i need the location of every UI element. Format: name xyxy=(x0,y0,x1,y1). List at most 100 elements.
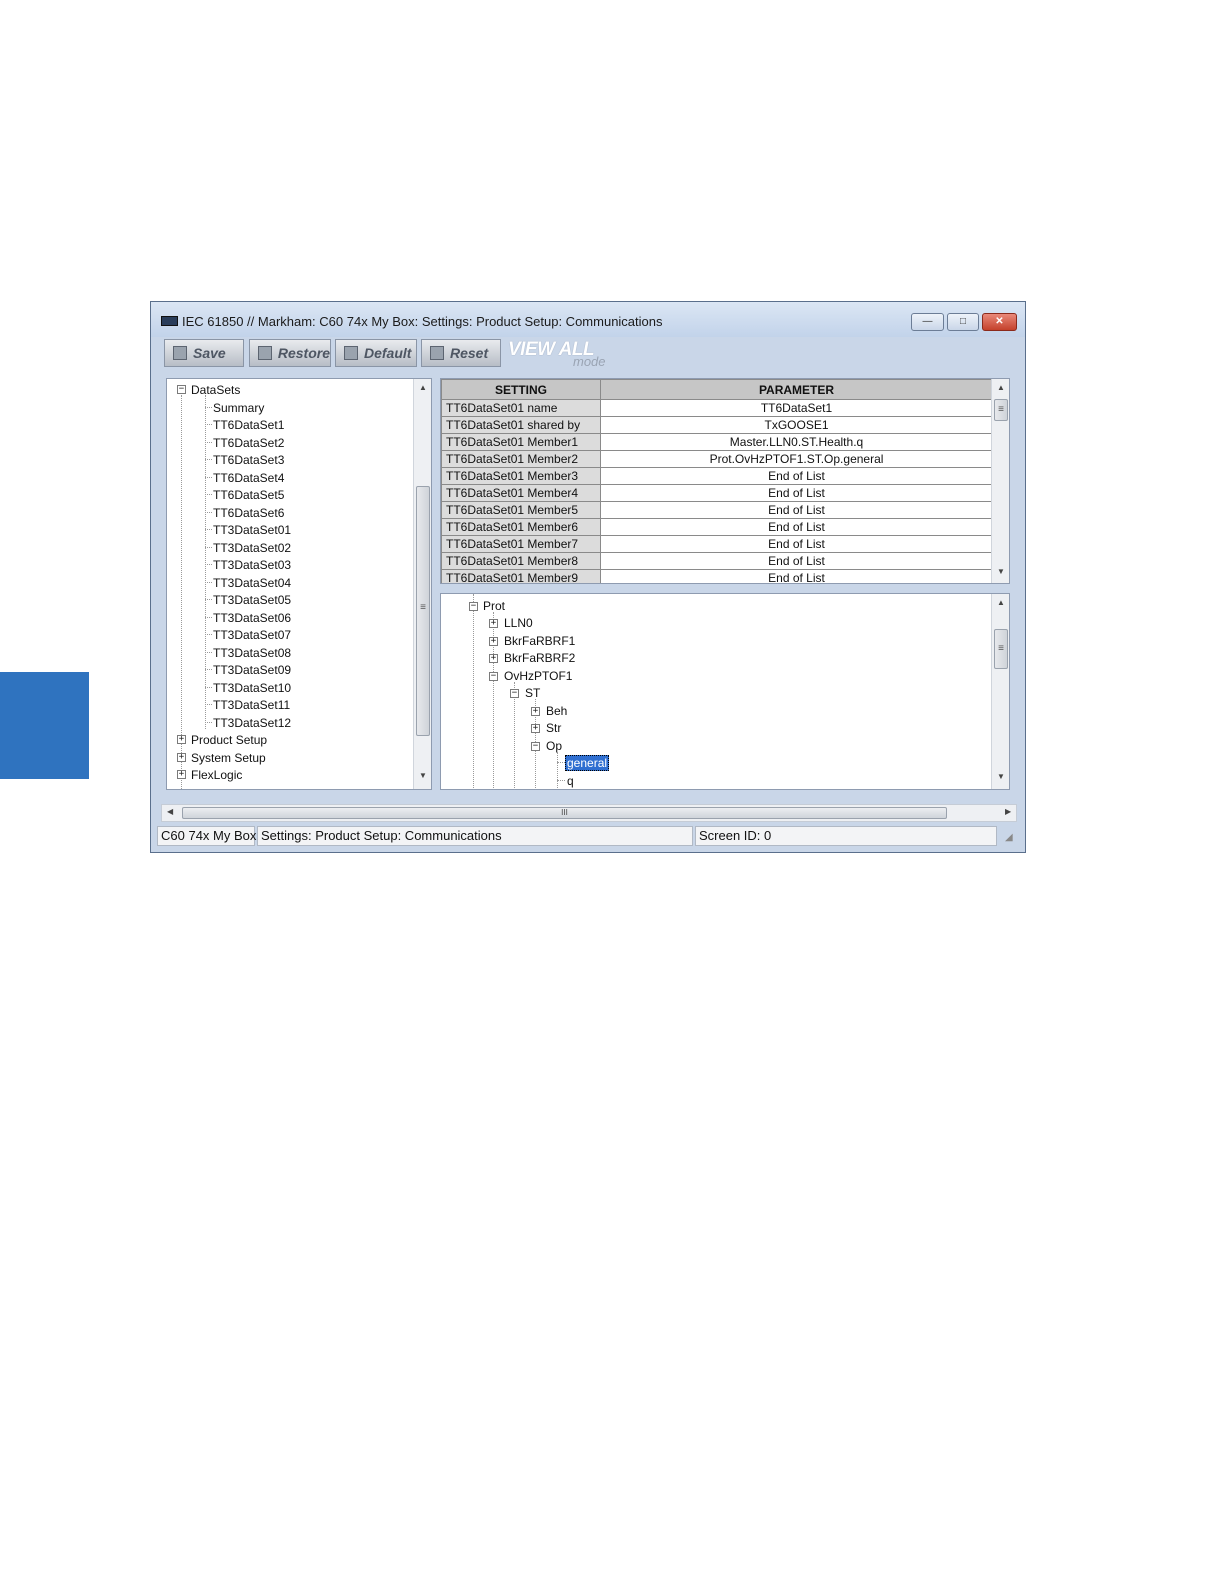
tree-node-general-selected[interactable]: general xyxy=(565,755,610,771)
table-row[interactable]: TT6DataSet01 Member3 End of List xyxy=(441,467,993,485)
tree-node-q[interactable]: q xyxy=(567,774,574,788)
column-header-parameter[interactable]: PARAMETER xyxy=(600,379,993,400)
tree-item-product-setup[interactable]: Product Setup xyxy=(191,733,267,747)
tree-item-dataset[interactable]: TT3DataSet04 xyxy=(213,576,291,590)
parameter-cell[interactable]: End of List xyxy=(600,535,993,553)
table-row[interactable]: TT6DataSet01 Member7 End of List xyxy=(441,535,993,553)
scroll-up-icon[interactable]: ▲ xyxy=(992,598,1009,607)
tree-node-st[interactable]: ST xyxy=(525,686,540,700)
tree-item-dataset[interactable]: TT6DataSet2 xyxy=(213,436,284,450)
parameter-cell[interactable]: End of List xyxy=(600,518,993,536)
tree-item-dataset[interactable]: TT3DataSet06 xyxy=(213,611,291,625)
scroll-left-icon[interactable]: ◀ xyxy=(167,807,173,816)
tree-item-dataset[interactable]: TT3DataSet10 xyxy=(213,681,291,695)
tree-node-beh[interactable]: Beh xyxy=(546,704,567,718)
setting-cell: TT6DataSet01 Member1 xyxy=(441,433,601,451)
tree-item-datasets[interactable]: DataSets xyxy=(191,383,240,397)
grid-vertical-scrollbar[interactable]: ▲ ≡ ▼ xyxy=(991,379,1009,583)
maximize-button[interactable]: □ xyxy=(947,313,979,331)
table-row[interactable]: TT6DataSet01 Member8 End of List xyxy=(441,552,993,570)
parameter-cell[interactable]: End of List xyxy=(600,484,993,502)
resize-grip-icon[interactable]: ◢ xyxy=(1005,832,1017,844)
table-row[interactable]: TT6DataSet01 shared by TxGOOSE1 xyxy=(441,416,993,434)
restore-button[interactable]: Restore xyxy=(249,339,331,367)
parameter-cell[interactable]: TxGOOSE1 xyxy=(600,416,993,434)
expand-icon[interactable]: + xyxy=(531,707,540,716)
scroll-thumb[interactable]: ≡ xyxy=(994,399,1008,421)
close-button[interactable]: ✕ xyxy=(982,313,1017,331)
tree-node-prot[interactable]: Prot xyxy=(483,599,505,613)
collapse-icon[interactable]: − xyxy=(489,672,498,681)
tree-item-dataset[interactable]: TT3DataSet07 xyxy=(213,628,291,642)
expand-icon[interactable]: + xyxy=(489,619,498,628)
tree-item-dataset[interactable]: TT3DataSet05 xyxy=(213,593,291,607)
tree-node-str[interactable]: Str xyxy=(546,721,561,735)
save-button[interactable]: Save xyxy=(164,339,244,367)
tree-node-bkrfarbrf1[interactable]: BkrFaRBRF1 xyxy=(504,634,575,648)
collapse-icon[interactable]: − xyxy=(177,385,186,394)
tree-item-dataset[interactable]: TT3DataSet02 xyxy=(213,541,291,555)
reset-button[interactable]: Reset xyxy=(421,339,501,367)
parameter-cell[interactable]: End of List xyxy=(600,552,993,570)
tree-item-dataset[interactable]: TT3DataSet08 xyxy=(213,646,291,660)
horizontal-scrollbar[interactable]: ◀ III ▶ xyxy=(161,804,1017,822)
table-row[interactable]: TT6DataSet01 Member5 End of List xyxy=(441,501,993,519)
expand-icon[interactable]: + xyxy=(177,735,186,744)
tree-node-bkrfarbrf2[interactable]: BkrFaRBRF2 xyxy=(504,651,575,665)
scroll-up-icon[interactable]: ▲ xyxy=(414,383,431,392)
tree-item-dataset[interactable]: TT3DataSet03 xyxy=(213,558,291,572)
tree-item-dataset[interactable]: TT3DataSet11 xyxy=(213,698,290,712)
scroll-down-icon[interactable]: ▼ xyxy=(414,771,431,780)
column-header-setting[interactable]: SETTING xyxy=(441,379,601,400)
scroll-thumb[interactable]: ≡ xyxy=(994,629,1008,669)
expand-icon[interactable]: + xyxy=(489,637,498,646)
parameter-cell[interactable]: TT6DataSet1 xyxy=(600,399,993,417)
scroll-right-icon[interactable]: ▶ xyxy=(1005,807,1011,816)
tree-node-ovhzptof1[interactable]: OvHzPTOF1 xyxy=(504,669,572,683)
expand-icon[interactable]: + xyxy=(531,724,540,733)
tree-item-summary[interactable]: Summary xyxy=(213,401,264,415)
tree-node-lln0[interactable]: LLN0 xyxy=(504,616,533,630)
table-row[interactable]: TT6DataSet01 name TT6DataSet1 xyxy=(441,399,993,417)
minimize-button[interactable]: — xyxy=(911,313,944,331)
object-tree-vertical-scrollbar[interactable]: ▲ ≡ ▼ xyxy=(991,594,1009,789)
horizontal-scroll-thumb[interactable]: III xyxy=(182,807,947,819)
table-row[interactable]: TT6DataSet01 Member6 End of List xyxy=(441,518,993,536)
tree-item-dataset[interactable]: TT6DataSet3 xyxy=(213,453,284,467)
collapse-icon[interactable]: − xyxy=(469,602,478,611)
table-row[interactable]: TT6DataSet01 Member1 Master.LLN0.ST.Healt… xyxy=(441,433,993,451)
tree-item-dataset[interactable]: TT6DataSet1 xyxy=(213,418,284,432)
scroll-down-icon[interactable]: ▼ xyxy=(992,567,1009,576)
scroll-thumb[interactable]: ≡ xyxy=(416,486,430,736)
table-row[interactable]: TT6DataSet01 Member9 End of List xyxy=(441,569,993,583)
setting-cell: TT6DataSet01 name xyxy=(441,399,601,417)
tree-item-dataset[interactable]: TT6DataSet4 xyxy=(213,471,284,485)
tree-item-dataset[interactable]: TT3DataSet01 xyxy=(213,523,291,537)
setting-cell: TT6DataSet01 Member5 xyxy=(441,501,601,519)
tree-item-flexlogic[interactable]: FlexLogic xyxy=(191,768,242,782)
scroll-down-icon[interactable]: ▼ xyxy=(992,772,1009,781)
expand-icon[interactable]: + xyxy=(489,654,498,663)
expand-icon[interactable]: + xyxy=(177,753,186,762)
title-bar: IEC 61850 // Markham: C60 74x My Box: Se… xyxy=(151,302,1025,337)
table-row[interactable]: TT6DataSet01 Member2 Prot.OvHzPTOF1.ST.Op… xyxy=(441,450,993,468)
parameter-cell[interactable]: End of List xyxy=(600,467,993,485)
parameter-cell[interactable]: End of List xyxy=(600,501,993,519)
tree-item-dataset[interactable]: TT3DataSet09 xyxy=(213,663,291,677)
collapse-icon[interactable]: − xyxy=(510,689,519,698)
table-row[interactable]: TT6DataSet01 Member4 End of List xyxy=(441,484,993,502)
expand-icon[interactable]: + xyxy=(177,770,186,779)
collapse-icon[interactable]: − xyxy=(531,742,540,751)
parameter-cell[interactable]: End of List xyxy=(600,569,993,583)
tree-item-dataset[interactable]: TT3DataSet12 xyxy=(213,716,291,730)
default-button[interactable]: Default xyxy=(335,339,417,367)
tree-item-dataset[interactable]: TT6DataSet6 xyxy=(213,506,284,520)
scroll-up-icon[interactable]: ▲ xyxy=(992,383,1009,392)
tree-item-dataset[interactable]: TT6DataSet5 xyxy=(213,488,284,502)
tree-node-op[interactable]: Op xyxy=(546,739,562,753)
parameter-cell[interactable]: Master.LLN0.ST.Health.q xyxy=(600,433,993,451)
page-side-tab xyxy=(0,672,89,779)
parameter-cell[interactable]: Prot.OvHzPTOF1.ST.Op.general xyxy=(600,450,993,468)
tree-item-system-setup[interactable]: System Setup xyxy=(191,751,266,765)
tree-vertical-scrollbar[interactable]: ▲ ≡ ▼ xyxy=(413,379,431,789)
